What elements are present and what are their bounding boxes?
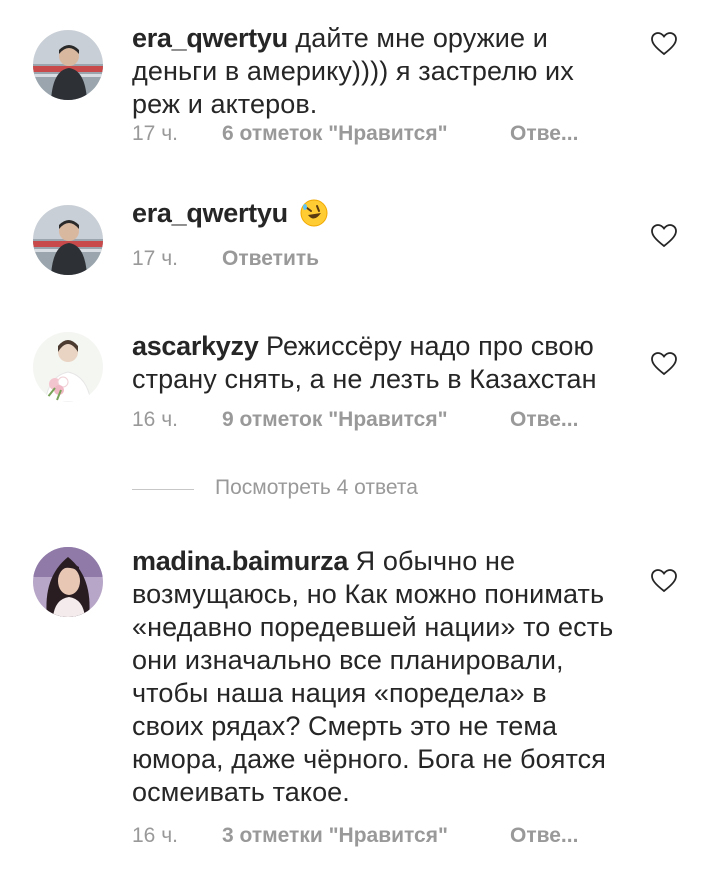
comment-username[interactable]: era_qwertyu — [132, 23, 288, 53]
comment-time: 16 ч. — [132, 824, 178, 847]
comment-time: 17 ч. — [132, 247, 178, 270]
reply-button[interactable]: Ответить — [222, 247, 319, 271]
comment-time: 17 ч. — [132, 122, 178, 145]
like-heart-icon[interactable] — [651, 352, 677, 376]
reply-button[interactable]: Отве... — [510, 824, 578, 848]
rolling-on-floor-laughing-emoji-icon — [299, 198, 329, 228]
comment-text: madina.baimurza Я обычно не возмущаюсь, … — [132, 545, 622, 809]
comment-text: ascarkyzy Режиссёру надо про свою страну… — [132, 330, 622, 396]
comment-time: 16 ч. — [132, 408, 178, 431]
avatar[interactable] — [33, 205, 103, 275]
reply-button[interactable]: Отве... — [510, 408, 578, 432]
comment-text: era_qwertyu дайте мне оружие и деньги в … — [132, 22, 622, 121]
comment-username[interactable]: era_qwertyu — [132, 198, 288, 228]
comment-likes[interactable]: 3 отметки "Нравится" — [222, 824, 448, 848]
comment-likes[interactable]: 9 отметок "Нравится" — [222, 408, 448, 432]
comment-likes[interactable]: 6 отметок "Нравится" — [222, 122, 448, 146]
view-replies-label[interactable]: Посмотреть 4 ответа — [215, 476, 418, 500]
like-heart-icon[interactable] — [651, 32, 677, 56]
comment-username[interactable]: ascarkyzy — [132, 331, 259, 361]
view-replies-divider — [132, 489, 194, 490]
avatar[interactable] — [33, 332, 103, 402]
avatar[interactable] — [33, 547, 103, 617]
reply-button[interactable]: Отве... — [510, 122, 578, 146]
comment-message: Я обычно не возмущаюсь, но Как можно пон… — [132, 546, 614, 807]
avatar[interactable] — [33, 30, 103, 100]
like-heart-icon[interactable] — [651, 569, 677, 593]
comment-username[interactable]: madina.baimurza — [132, 546, 348, 576]
comments-feed: era_qwertyu дайте мне оружие и деньги в … — [0, 0, 720, 892]
comment-text: era_qwertyu — [132, 197, 622, 230]
like-heart-icon[interactable] — [651, 224, 677, 248]
